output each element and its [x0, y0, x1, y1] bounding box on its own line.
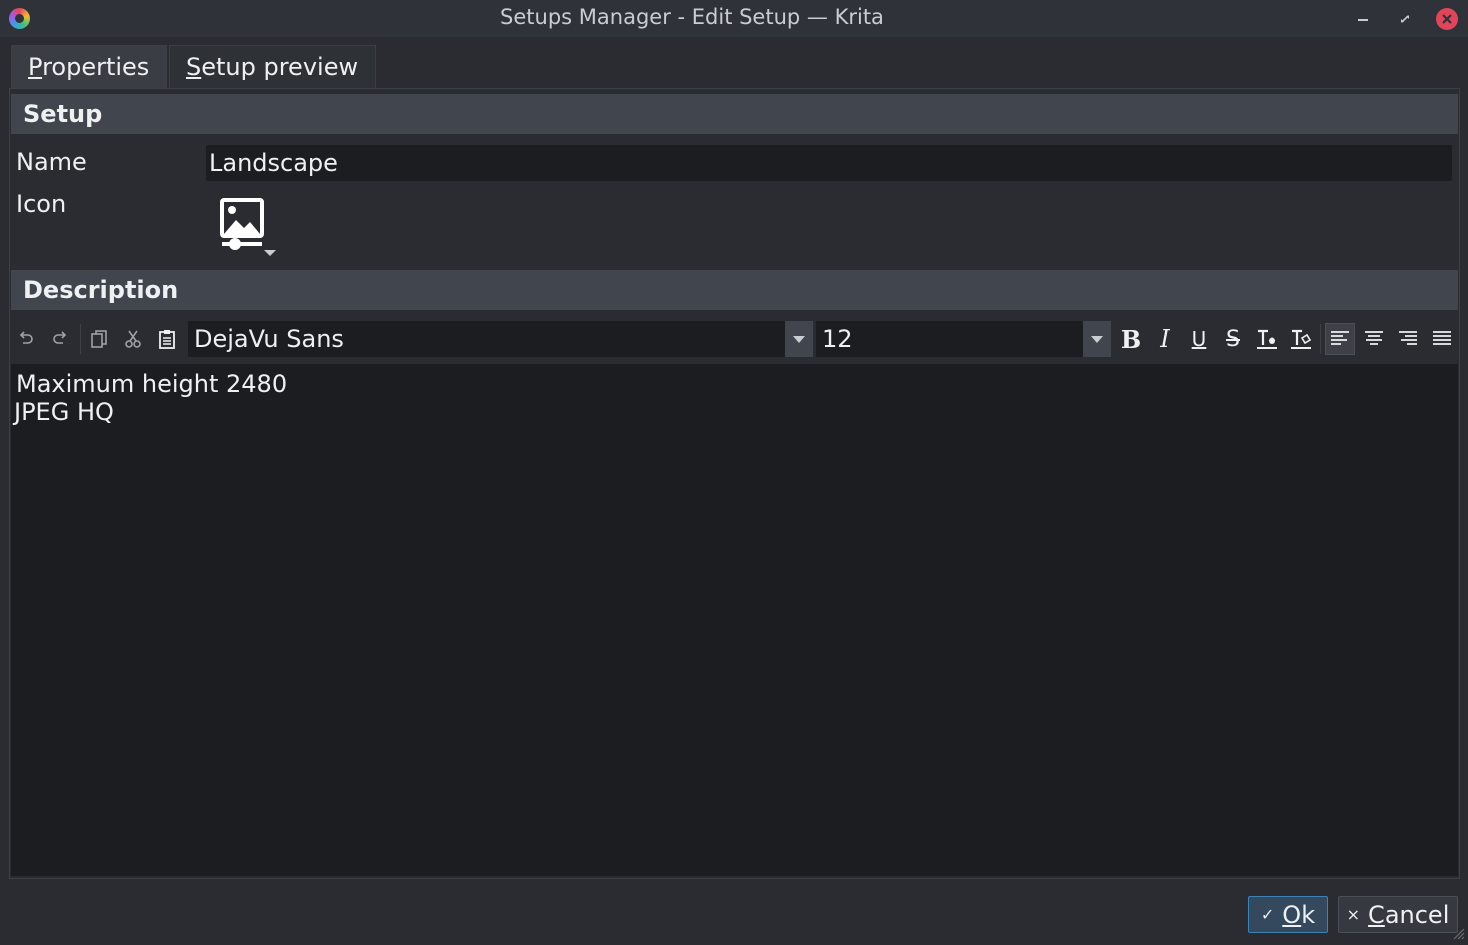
italic-icon: I: [1160, 325, 1170, 353]
copy-button[interactable]: [85, 324, 113, 354]
ok-label-rest: k: [1301, 900, 1316, 929]
ok-mnemonic: O: [1282, 900, 1302, 929]
align-left-icon: [1331, 331, 1349, 345]
font-size-value: 12: [822, 325, 853, 353]
cut-button[interactable]: [119, 324, 147, 354]
italic-button[interactable]: I: [1150, 323, 1180, 355]
restore-button[interactable]: [1394, 8, 1416, 30]
tab-properties-label: roperties: [42, 53, 150, 81]
background-color-icon: [1291, 329, 1312, 349]
description-editor[interactable]: [11, 364, 1458, 876]
redo-button[interactable]: [46, 324, 74, 354]
close-button[interactable]: [1436, 8, 1458, 30]
description-line: JPEG HQ: [14, 398, 114, 426]
name-label: Name: [16, 148, 87, 176]
background-color-button[interactable]: [1286, 323, 1316, 355]
underline-button[interactable]: U: [1184, 323, 1214, 355]
align-justify-icon: [1433, 331, 1451, 345]
image-icon: [220, 198, 276, 256]
toolbar-separator: [1320, 324, 1321, 354]
paste-icon: [159, 330, 175, 349]
tab-setup-preview-mnemonic: S: [186, 53, 202, 81]
close-icon: [1442, 14, 1452, 24]
text-color-button[interactable]: [1252, 323, 1282, 355]
bold-button[interactable]: B: [1116, 323, 1146, 355]
redo-icon: [53, 331, 67, 344]
font-size-combo[interactable]: 12: [816, 321, 1111, 357]
name-input[interactable]: [206, 145, 1452, 181]
cancel-button[interactable]: × Cancel: [1338, 896, 1458, 933]
font-family-value: DejaVu Sans: [194, 325, 344, 353]
cancel-label-rest: ancel: [1384, 900, 1450, 929]
icon-picker-button[interactable]: [218, 195, 280, 261]
ok-label: Ok: [1282, 898, 1315, 932]
cancel-label: Cancel: [1368, 898, 1449, 932]
cancel-mnemonic: C: [1368, 900, 1385, 929]
undo-button[interactable]: [12, 324, 40, 354]
cancel-icon: ×: [1346, 904, 1361, 924]
chevron-down-icon[interactable]: [785, 321, 813, 357]
copy-icon: [91, 330, 107, 348]
underline-icon: U: [1191, 327, 1207, 351]
paste-button[interactable]: [153, 324, 181, 354]
text-color-icon: [1257, 329, 1277, 349]
section-header-setup: Setup: [11, 94, 1458, 134]
align-right-button[interactable]: [1393, 323, 1423, 355]
tab-setup-preview[interactable]: Setup preview: [169, 45, 376, 89]
strikethrough-icon: S: [1226, 326, 1240, 352]
minimize-button[interactable]: [1352, 8, 1374, 30]
restore-icon: [1401, 15, 1409, 23]
description-line: Maximum height 2480: [16, 370, 288, 398]
strikethrough-button[interactable]: S: [1218, 323, 1248, 355]
bold-icon: B: [1120, 324, 1142, 354]
ok-button[interactable]: ✓ Ok: [1248, 896, 1328, 933]
align-center-icon: [1365, 331, 1383, 345]
toolbar-separator: [80, 324, 81, 354]
undo-icon: [19, 331, 33, 344]
align-right-icon: [1399, 331, 1417, 345]
chevron-down-icon[interactable]: [1083, 321, 1111, 357]
align-justify-button[interactable]: [1427, 323, 1457, 355]
section-header-description: Description: [11, 270, 1458, 310]
cut-icon: [125, 330, 141, 348]
align-center-button[interactable]: [1359, 323, 1389, 355]
align-left-button[interactable]: [1325, 323, 1355, 355]
check-icon: ✓: [1260, 904, 1275, 924]
tab-properties-mnemonic: P: [28, 53, 43, 81]
window-title: Setups Manager - Edit Setup — Krita: [500, 5, 884, 29]
tab-properties[interactable]: Properties: [11, 45, 167, 89]
tab-setup-preview-label: etup preview: [201, 53, 359, 81]
font-family-combo[interactable]: DejaVu Sans: [188, 321, 813, 357]
minimize-icon: [1358, 19, 1368, 21]
icon-label: Icon: [16, 190, 67, 218]
resize-grip-icon[interactable]: [1450, 925, 1466, 941]
